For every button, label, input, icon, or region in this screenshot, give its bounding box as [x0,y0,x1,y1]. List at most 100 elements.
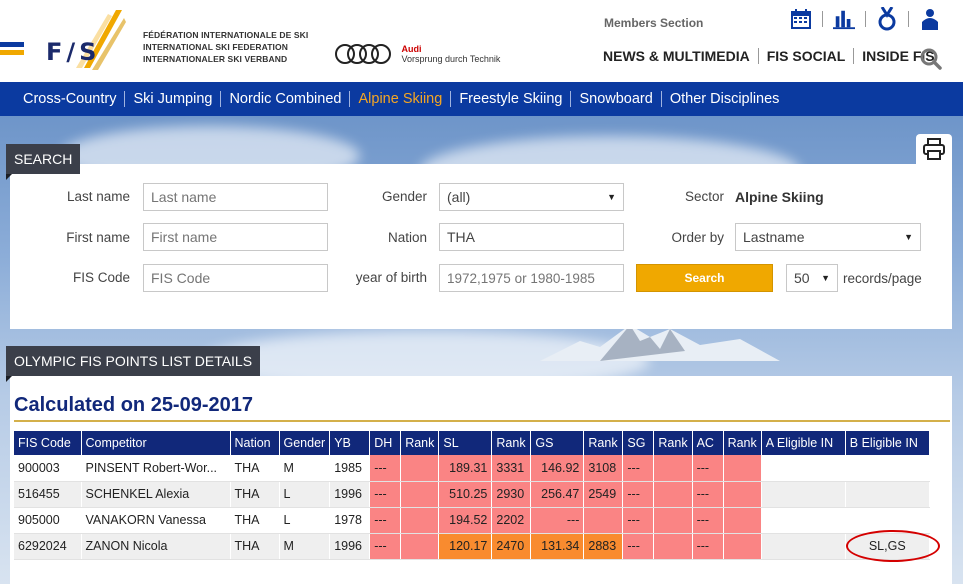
cell-gs: 146.92 [530,455,585,482]
search-button[interactable]: Search [636,264,773,292]
discipline-cross-country[interactable]: Cross-Country [23,91,116,107]
results-chart-icon[interactable] [833,8,855,30]
cell-competitor[interactable]: PINSENT Robert-Wor... [81,455,231,482]
records-per-page-select[interactable]: 50 [786,264,838,292]
nav-fis-social[interactable]: FIS SOCIAL [767,48,846,64]
points-table: FIS Code Competitor Nation Gender YB DH … [14,431,930,560]
cell-gs-rank: 2883 [583,533,624,560]
last-name-input[interactable] [143,183,328,211]
col-fis-code[interactable]: FIS Code [14,431,82,455]
cell-dh: --- [369,507,402,534]
cell-sg-rank [653,455,693,482]
cell-sg: --- [622,455,655,482]
calendar-icon[interactable] [790,8,812,30]
cell-fis-code[interactable]: 900003 [14,455,82,482]
cell-fis-code[interactable]: 905000 [14,507,82,534]
cell-ac: --- [692,533,724,560]
cell-sl-rank: 3331 [491,455,532,482]
federation-name-en: INTERNATIONAL SKI FEDERATION [143,42,288,52]
search-icon[interactable] [920,48,942,75]
col-sl[interactable]: SL [438,431,493,455]
gender-select[interactable]: (all) [439,183,624,211]
year-of-birth-input[interactable] [439,264,624,292]
table-row: 905000 VANAKORN Vanessa THA L 1978 --- 1… [14,507,930,534]
col-dh[interactable]: DH [369,431,402,455]
cell-dh-rank [400,507,440,534]
cell-sg-rank [653,481,693,508]
cell-b-eligible [845,481,930,508]
cell-fis-code[interactable]: 6292024 [14,533,82,560]
top-nav: NEWS & MULTIMEDIA FIS SOCIAL INSIDE FIS [603,48,935,64]
sponsor-audi[interactable]: Audi Vorsprung durch Technik [335,44,500,64]
cell-dh: --- [369,481,402,508]
heading-divider [14,420,950,422]
records-per-page-label: records/page [843,271,922,286]
cell-yb: 1978 [329,507,371,534]
sponsor-brand: Audi [401,44,422,54]
first-name-input[interactable] [143,223,328,251]
col-sl-rank[interactable]: Rank [491,431,532,455]
cell-dh-rank [400,455,440,482]
gender-select-value: (all) [447,189,471,205]
discipline-other[interactable]: Other Disciplines [670,91,780,107]
sponsor-slogan: Vorsprung durch Technik [401,54,501,64]
cell-competitor[interactable]: ZANON Nicola [81,533,231,560]
col-competitor[interactable]: Competitor [81,431,231,455]
members-section-link[interactable]: Members Section [604,16,703,30]
cell-gs: 256.47 [530,481,585,508]
medal-icon[interactable] [876,7,898,31]
cell-dh-rank [400,481,440,508]
col-nation[interactable]: Nation [230,431,280,455]
cell-sg: --- [622,533,655,560]
col-ac[interactable]: AC [692,431,724,455]
records-per-page-value: 50 [794,270,810,286]
col-sg-rank[interactable]: Rank [653,431,693,455]
col-gs-rank[interactable]: Rank [583,431,624,455]
print-button[interactable] [916,134,952,164]
search-tab-title: SEARCH [6,144,81,180]
fis-wordmark[interactable]: F/S [46,38,100,66]
gender-label: Gender [381,189,427,204]
year-of-birth-label: year of birth [355,270,427,285]
cell-nation: THA [230,481,280,508]
discipline-nav: Cross-Country Ski Jumping Nordic Combine… [0,82,963,116]
cell-sg-rank [653,533,693,560]
col-gs[interactable]: GS [530,431,585,455]
col-yb[interactable]: YB [329,431,371,455]
cell-gs: 131.34 [530,533,585,560]
cell-sl: 120.17 [438,533,493,560]
federation-names: FÉDÉRATION INTERNATIONALE DE SKI INTERNA… [143,29,308,65]
col-gender[interactable]: Gender [279,431,331,455]
cell-competitor[interactable]: SCHENKEL Alexia [81,481,231,508]
cell-fis-code[interactable]: 516455 [14,481,82,508]
cell-ac-rank [723,455,762,482]
highlight-oval [846,530,940,562]
site-header: F/S FÉDÉRATION INTERNATIONALE DE SKI INT… [0,0,963,82]
discipline-ski-jumping[interactable]: Ski Jumping [133,91,212,107]
order-by-select[interactable]: Lastname [735,223,921,251]
nav-news-multimedia[interactable]: NEWS & MULTIMEDIA [603,48,750,64]
discipline-snowboard[interactable]: Snowboard [579,91,652,107]
col-dh-rank[interactable]: Rank [400,431,440,455]
logo-bars [0,42,24,58]
discipline-freestyle-skiing[interactable]: Freestyle Skiing [459,91,562,107]
athlete-icon[interactable] [919,8,941,30]
discipline-alpine-skiing[interactable]: Alpine Skiing [358,91,442,107]
col-sg[interactable]: SG [622,431,655,455]
cell-gender: M [279,533,331,560]
cell-gender: L [279,481,331,508]
cell-competitor[interactable]: VANAKORN Vanessa [81,507,231,534]
discipline-nordic-combined[interactable]: Nordic Combined [229,91,341,107]
cell-nation: THA [230,533,280,560]
nation-input[interactable]: THA [439,223,624,251]
table-row: 516455 SCHENKEL Alexia THA L 1996 --- 51… [14,481,930,508]
fis-code-label: FIS Code [72,270,130,285]
federation-name-fr: FÉDÉRATION INTERNATIONALE DE SKI [143,30,309,40]
cell-gs-rank: 2549 [583,481,624,508]
cell-a-eligible [761,507,846,534]
federation-name-de: INTERNATIONALER SKI VERBAND [143,54,288,64]
cell-sl-rank: 2470 [491,533,532,560]
col-ac-rank[interactable]: Rank [723,431,762,455]
cell-nation: THA [230,507,280,534]
fis-code-input[interactable] [143,264,328,292]
